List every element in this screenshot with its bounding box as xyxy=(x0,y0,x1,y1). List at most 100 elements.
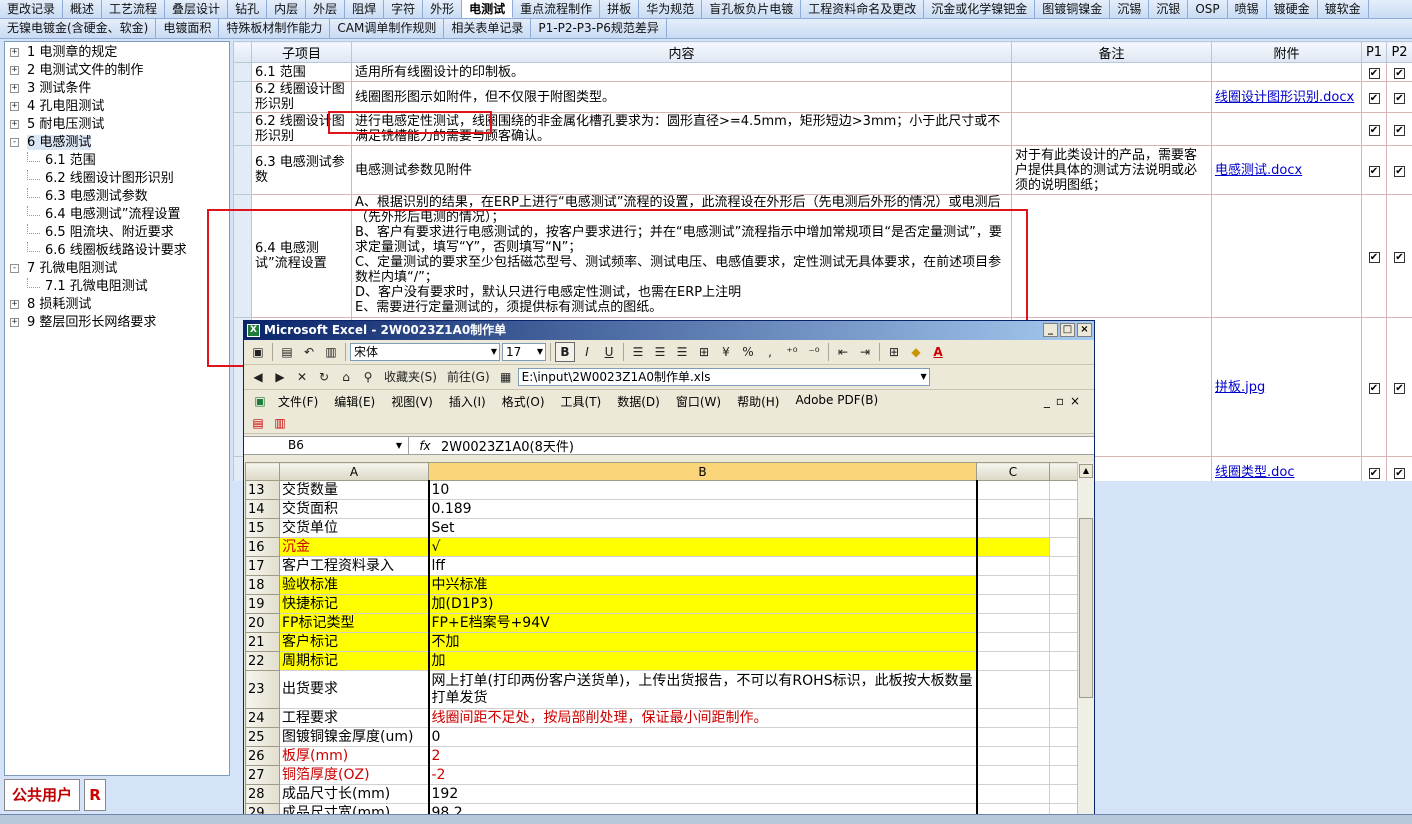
tree-node[interactable]: +8 损耗测试 xyxy=(5,296,229,314)
cell-b[interactable]: 不加 xyxy=(428,632,978,652)
tree-node[interactable]: +5 耐电压测试 xyxy=(5,116,229,134)
cell-c[interactable] xyxy=(976,480,1050,500)
module-tab[interactable]: 概述 xyxy=(63,0,103,18)
col-header-attach[interactable]: 附件 xyxy=(1211,41,1362,63)
cell-b[interactable]: 192 xyxy=(428,784,978,804)
cell-c[interactable] xyxy=(976,499,1050,519)
row-indicator[interactable] xyxy=(233,112,252,146)
cell-c[interactable] xyxy=(976,746,1050,766)
cell-d[interactable] xyxy=(1049,537,1079,557)
menu-item[interactable]: 文件(F) xyxy=(270,393,326,410)
p1-checkbox[interactable]: ✔ xyxy=(1368,124,1380,136)
cell-a[interactable]: 周期标记 xyxy=(279,651,430,671)
p2-checkbox[interactable]: ✔ xyxy=(1394,382,1405,394)
cell-c[interactable] xyxy=(976,613,1050,633)
collapse-icon[interactable]: - xyxy=(10,264,19,273)
menu-item[interactable]: 格式(O) xyxy=(494,393,553,410)
sheet-row[interactable]: 22 周期标记加 xyxy=(245,651,1079,671)
module-tab[interactable]: 无镍电镀金(含硬金、软金) xyxy=(0,19,157,38)
col-header-A[interactable]: A xyxy=(279,462,429,481)
row-indicator[interactable] xyxy=(233,62,252,82)
percent-button[interactable]: % xyxy=(738,342,758,362)
module-tab[interactable]: 叠层设计 xyxy=(165,0,229,18)
module-tab[interactable]: 特殊板材制作能力 xyxy=(219,19,331,38)
p2-checkbox[interactable]: ✔ xyxy=(1394,467,1405,479)
sheet-row[interactable]: 15 交货单位 Set xyxy=(245,518,1079,538)
row-number[interactable]: 23 xyxy=(245,670,280,709)
cell-d[interactable] xyxy=(1049,727,1079,747)
sheet-row[interactable]: 20 FP标记类型 FP+E档案号+94V xyxy=(245,613,1079,633)
cell-a[interactable]: 沉金 xyxy=(279,537,430,557)
row-number[interactable]: 27 xyxy=(245,765,280,785)
col-header-D[interactable] xyxy=(1049,462,1079,481)
cell-d[interactable] xyxy=(1049,613,1079,633)
col-header-note[interactable]: 备注 xyxy=(1011,41,1212,63)
module-tab[interactable]: CAM调单制作规则 xyxy=(330,19,445,38)
cell-d[interactable] xyxy=(1049,594,1079,614)
cell-c[interactable] xyxy=(976,575,1050,595)
row-number[interactable]: 28 xyxy=(245,784,280,804)
module-tab[interactable]: 镀软金 xyxy=(1318,0,1369,18)
cell-b[interactable]: Set xyxy=(428,518,978,538)
cell-d[interactable] xyxy=(1049,765,1079,785)
row-number[interactable]: 17 xyxy=(245,556,280,576)
row-number[interactable]: 22 xyxy=(245,651,280,671)
paste-icon[interactable]: ▥ xyxy=(321,342,341,362)
grid-row[interactable]: 6.2 线圈设计图形识别 进行电感定性测试，线圈围绕的非金属化槽孔要求为：圆形直径… xyxy=(233,112,1412,146)
expand-icon[interactable]: + xyxy=(10,300,19,309)
sheet-row[interactable]: 26 板厚(mm) 2 xyxy=(245,746,1079,766)
cell-c[interactable] xyxy=(976,537,1050,557)
sheet-row[interactable]: 18 验收标准 中兴标准 xyxy=(245,575,1079,595)
italic-button[interactable]: I xyxy=(577,342,597,362)
scroll-thumb[interactable] xyxy=(1079,518,1093,698)
back-icon[interactable]: ◀ xyxy=(248,367,268,387)
menu-item[interactable]: 帮助(H) xyxy=(729,393,787,410)
cell-b[interactable]: 10 xyxy=(428,480,978,500)
sheet-row[interactable]: 21 客户标记 不加 xyxy=(245,632,1079,652)
cell-a[interactable]: 交货面积 xyxy=(279,499,430,519)
web-page-icon[interactable]: ▦ xyxy=(496,367,516,387)
font-name-select[interactable]: 宋体 ▼ xyxy=(350,343,500,361)
sheet-row[interactable]: 16 沉金 √ xyxy=(245,537,1079,557)
p2-checkbox[interactable]: ✔ xyxy=(1394,251,1405,263)
menu-item[interactable]: Adobe PDF(B) xyxy=(787,393,886,410)
tree-node[interactable]: 6.6 线圈板线路设计要求 xyxy=(5,242,229,260)
cell-d[interactable] xyxy=(1049,708,1079,728)
cell-d[interactable] xyxy=(1049,518,1079,538)
cell-d[interactable] xyxy=(1049,499,1079,519)
increase-decimal-icon[interactable]: ⁺⁰ xyxy=(782,342,802,362)
cell-d[interactable] xyxy=(1049,480,1079,500)
align-center-icon[interactable]: ☰ xyxy=(650,342,670,362)
menu-item[interactable]: 视图(V) xyxy=(383,393,441,410)
cell-a[interactable]: 图镀铜镍金厚度(um) xyxy=(279,727,430,747)
cell-b[interactable]: 加(D1P3) xyxy=(428,594,978,614)
cell-b[interactable]: 加 xyxy=(428,651,978,671)
sheet-row[interactable]: 27 铜箔厚度(OZ) -2 xyxy=(245,765,1079,785)
row-number[interactable]: 24 xyxy=(245,708,280,728)
increase-indent-icon[interactable]: ⇥ xyxy=(855,342,875,362)
expand-icon[interactable]: + xyxy=(10,120,19,129)
cell-c[interactable] xyxy=(976,765,1050,785)
row-number[interactable]: 15 xyxy=(245,518,280,538)
cell-a[interactable]: 客户标记 xyxy=(279,632,430,652)
module-tab[interactable]: 外层 xyxy=(306,0,346,18)
module-tab[interactable]: 相关表单记录 xyxy=(444,19,532,38)
module-tab[interactable]: 更改记录 xyxy=(0,0,64,18)
p1-checkbox[interactable]: ✔ xyxy=(1368,251,1380,263)
tree-node[interactable]: -6 电感测试 xyxy=(5,134,229,152)
stop-icon[interactable]: ✕ xyxy=(292,367,312,387)
cell-b[interactable]: 2 xyxy=(428,746,978,766)
cell-d[interactable] xyxy=(1049,670,1079,709)
undo-icon[interactable]: ↶ xyxy=(299,342,319,362)
module-tab[interactable]: 华为规范 xyxy=(639,0,703,18)
row-number[interactable]: 19 xyxy=(245,594,280,614)
module-tab[interactable]: 内层 xyxy=(267,0,307,18)
cell-d[interactable] xyxy=(1049,746,1079,766)
forward-icon[interactable]: ▶ xyxy=(270,367,290,387)
doc-window-controls[interactable]: _▫× xyxy=(1044,394,1086,408)
cell-a[interactable]: 出货要求 xyxy=(279,670,430,709)
cell-a[interactable]: 客户工程资料录入 xyxy=(279,556,430,576)
bold-button[interactable]: B xyxy=(555,342,575,362)
sheet-row[interactable]: 19 快捷标记 加(D1P3) xyxy=(245,594,1079,614)
font-color-icon[interactable]: A xyxy=(928,342,948,362)
